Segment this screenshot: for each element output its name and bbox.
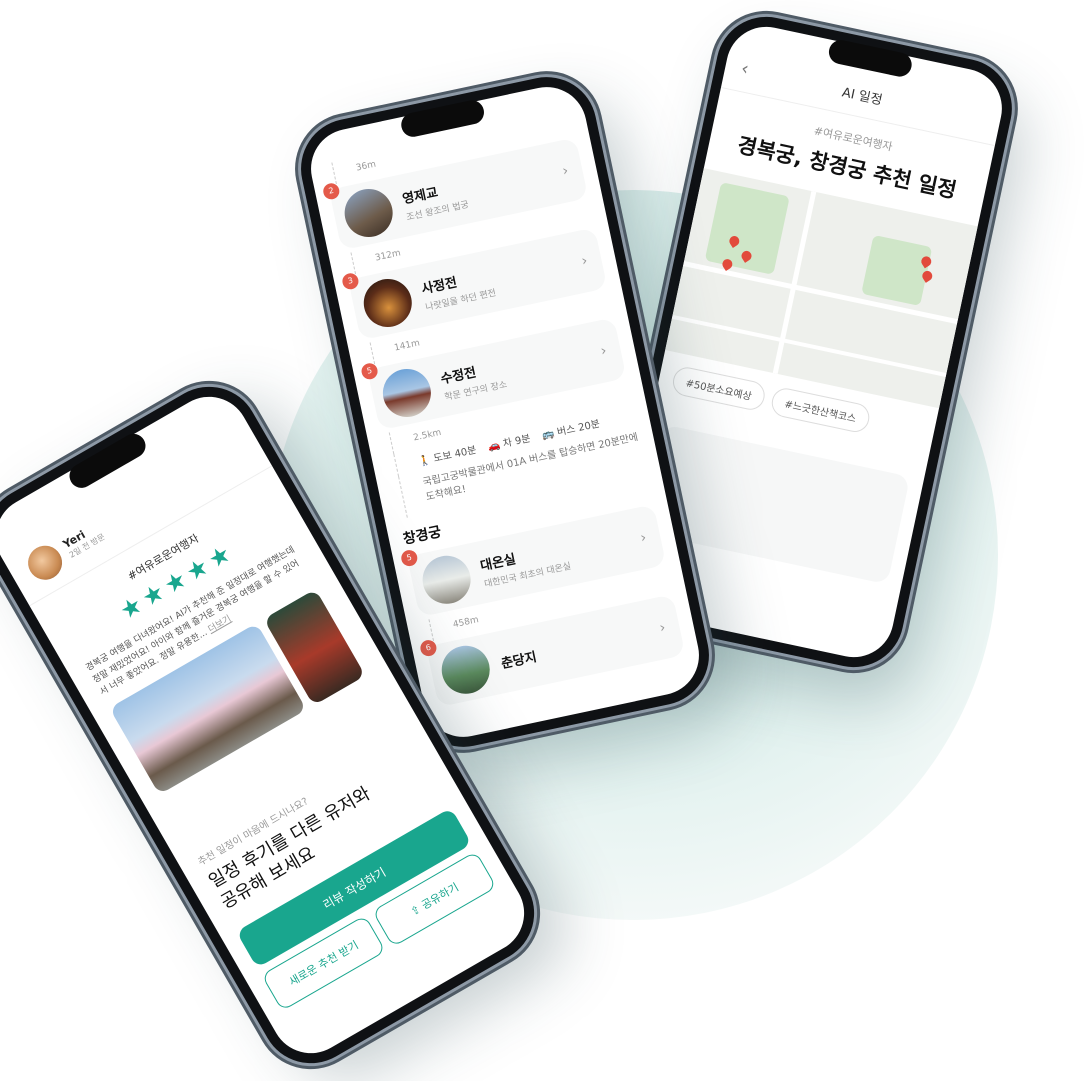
stop-number: 3 (340, 271, 360, 291)
car-icon: 🚗 (486, 439, 502, 454)
place-name: 춘당지 (499, 649, 539, 672)
chip[interactable]: #50분소요예상 (670, 364, 768, 413)
place-thumbnail (340, 184, 398, 242)
map-park (861, 234, 933, 307)
walk-icon: 🚶 (417, 454, 432, 468)
stop-number: 5 (360, 361, 380, 381)
stop-number: 6 (418, 638, 438, 658)
stop-number: 5 (399, 548, 419, 568)
share-label: 공유하기 (419, 880, 461, 913)
place-thumbnail (359, 274, 417, 332)
avatar (21, 539, 69, 586)
place-thumbnail (437, 641, 495, 699)
chevron-left-icon[interactable]: ‹ (739, 58, 750, 80)
page-title: AI 일정 (840, 85, 884, 109)
chip[interactable]: #느긋한산책코스 (769, 385, 872, 435)
stop-number: 2 (321, 181, 341, 201)
place-thumbnail (418, 551, 476, 609)
place-thumbnail (378, 364, 436, 422)
transit-car-label: 차 9분 (502, 433, 532, 450)
bus-icon: 🚌 (541, 428, 556, 442)
